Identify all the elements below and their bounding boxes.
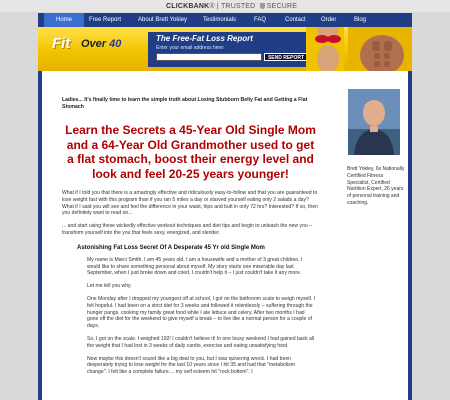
site-logo[interactable]: Fit xyxy=(52,35,70,52)
email-input[interactable] xyxy=(156,53,262,61)
clickbank-bar: CLICKBANK® | TRUSTED SECURE xyxy=(0,0,450,12)
story-paragraph: Let me tell you why. xyxy=(87,283,132,290)
story-heading: Astonishing Fat Loss Secret Of A Despera… xyxy=(77,244,265,251)
clickbank-logo: CLICKBANK® | TRUSTED SECURE xyxy=(166,3,298,10)
intro-text: Ladies... It's finally time to learn the… xyxy=(62,97,308,110)
send-report-button[interactable]: SEND REPORT xyxy=(264,53,308,61)
nav-testimonials[interactable]: Testimonials xyxy=(203,13,236,27)
story-paragraph: So, I got on the scale. I weighed 192! I… xyxy=(87,335,315,349)
optin-title: The Free-Fat Loss Report xyxy=(156,34,253,43)
nav-blog[interactable]: Blog xyxy=(354,13,366,27)
header-banner: Fit Over 40 The Free-Fat Loss Report Ent… xyxy=(38,27,412,71)
intro-paragraph: What if I told you that there is a amazi… xyxy=(62,190,318,217)
shield-icon xyxy=(259,3,265,9)
main-nav: Home Free Report About Brett Yokley Test… xyxy=(38,13,412,27)
woman-photo xyxy=(306,27,344,71)
main-headline: Learn the Secrets a 45-Year Old Single M… xyxy=(65,123,316,181)
nav-home[interactable]: Home xyxy=(44,13,85,27)
optin-subtitle: Enter your email address here: xyxy=(156,45,225,51)
content-area: Ladies... It's finally time to learn the… xyxy=(38,71,412,400)
main-column: Ladies... It's finally time to learn the… xyxy=(62,97,319,376)
sidebar: Brett Yokley, 6x Nationally Certified Fi… xyxy=(344,89,406,207)
author-photo xyxy=(348,89,400,155)
story-paragraph: Now maybe this doesn't sound like a big … xyxy=(87,355,295,376)
man-photo xyxy=(348,27,412,71)
author-bio: Brett Yokley, 6x Nationally Certified Fi… xyxy=(347,166,405,206)
story-paragraph: One Monday after I dropped my youngest o… xyxy=(87,295,316,330)
story-section: My name is Marci Smith. I am 45 years ol… xyxy=(87,257,316,376)
nav-faq[interactable]: FAQ xyxy=(254,13,266,27)
intro-paragraph-2: ... and start using these wickedly effec… xyxy=(62,223,312,236)
nav-order[interactable]: Order xyxy=(321,13,336,27)
story-paragraph: My name is Marci Smith. I am 45 years ol… xyxy=(87,256,303,277)
site-logo-tagline: Over 40 xyxy=(81,38,122,50)
nav-about-brett-yokley[interactable]: About Brett Yokley xyxy=(138,13,187,27)
nav-free-report[interactable]: Free Report xyxy=(89,13,121,27)
nav-contact[interactable]: Contact xyxy=(285,13,306,27)
